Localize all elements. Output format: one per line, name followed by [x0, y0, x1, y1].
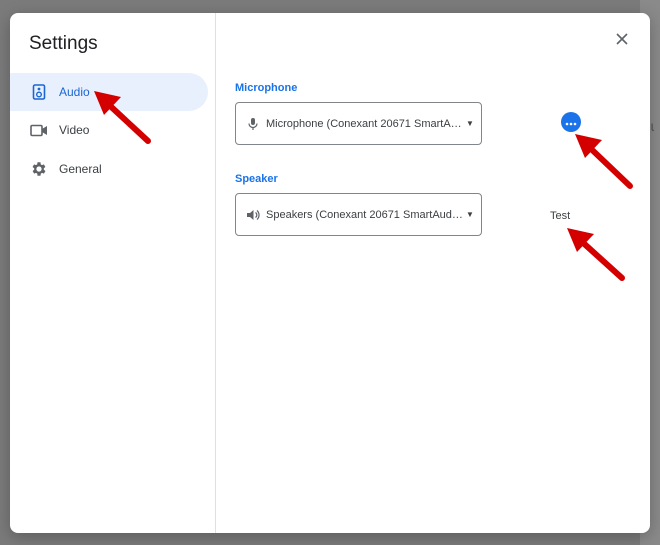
sidebar-item-general[interactable]: General	[10, 150, 208, 188]
mic-icon	[246, 117, 260, 131]
microphone-selected-value: Microphone (Conexant 20671 SmartAudio HD…	[266, 117, 464, 130]
test-speaker-button[interactable]: Test	[546, 208, 574, 224]
microphone-label: Microphone	[235, 82, 298, 94]
settings-dialog: Settings Audio Video General Microphone …	[10, 13, 650, 533]
close-button[interactable]	[611, 30, 633, 52]
sidebar-item-label: General	[59, 162, 102, 176]
sidebar-item-label: Audio	[59, 85, 90, 99]
speaker-selected-value: Speakers (Conexant 20671 SmartAudio HD)	[266, 208, 464, 221]
microphone-select[interactable]: Microphone (Conexant 20671 SmartAudio HD…	[235, 102, 482, 145]
gear-icon	[30, 160, 48, 178]
speaker-label: Speaker	[235, 173, 278, 185]
videocam-icon	[30, 121, 48, 139]
chevron-down-icon: ▼	[466, 210, 474, 219]
more-horizontal-icon	[565, 113, 577, 131]
sidebar-item-video[interactable]: Video	[10, 111, 208, 149]
speaker-select[interactable]: Speakers (Conexant 20671 SmartAudio HD) …	[235, 193, 482, 236]
sidebar-item-label: Video	[59, 123, 90, 137]
speaker-device-icon	[30, 83, 48, 101]
chevron-down-icon: ▼	[466, 119, 474, 128]
sidebar-item-audio[interactable]: Audio	[10, 73, 208, 111]
volume-icon	[246, 208, 260, 222]
settings-sidebar: Settings Audio Video General	[10, 13, 216, 533]
background-text-fragment: ɩ	[650, 118, 654, 134]
more-options-button[interactable]	[561, 112, 581, 132]
dialog-title: Settings	[29, 33, 98, 54]
close-icon	[616, 32, 628, 50]
